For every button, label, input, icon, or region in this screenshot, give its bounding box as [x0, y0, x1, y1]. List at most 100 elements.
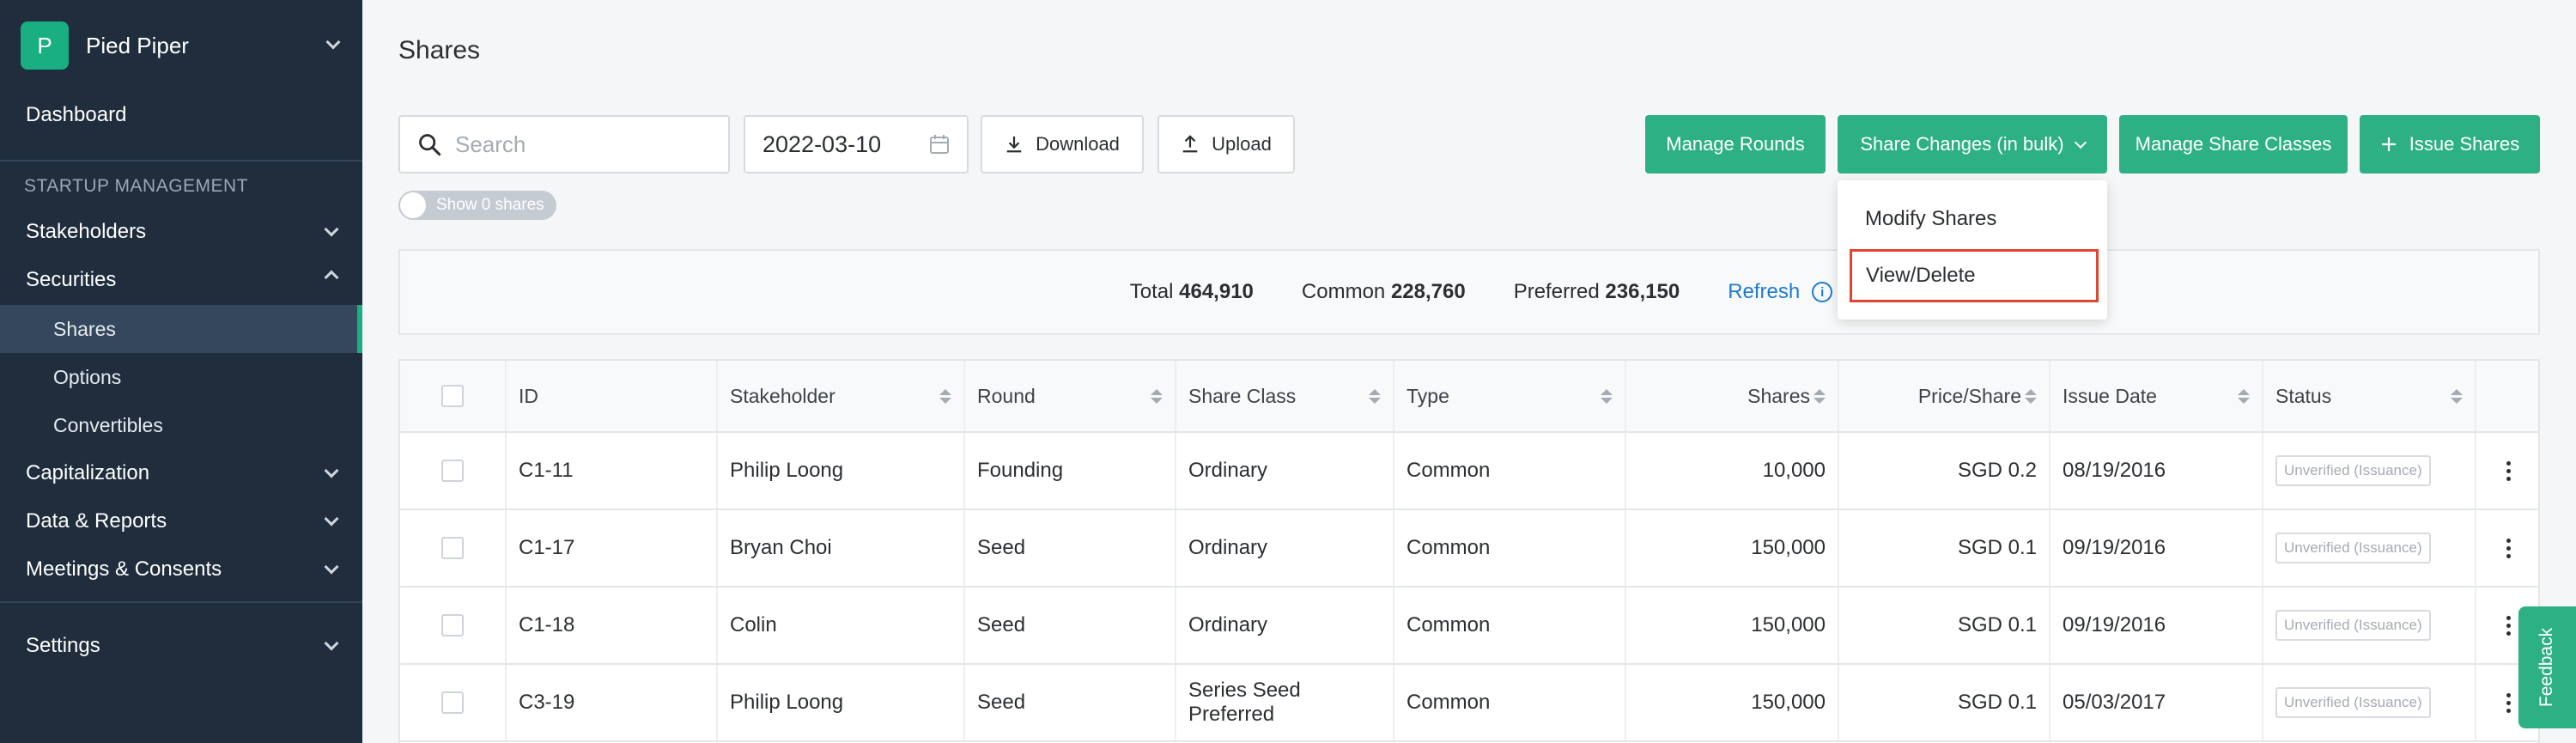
summary-total: Total 464,910	[1130, 280, 1254, 304]
row-checkbox[interactable]	[441, 460, 464, 482]
more-vertical-icon[interactable]	[2506, 538, 2511, 558]
select-all-checkbox[interactable]	[441, 385, 464, 407]
cell-id: C1-11	[507, 433, 718, 509]
sidebar-item-data-reports[interactable]: Data & Reports	[0, 497, 362, 545]
cell-stakeholder: Bryan Choi	[718, 510, 965, 586]
plus-icon	[2381, 137, 2396, 151]
table-row[interactable]: C1-18 Colin Seed Ordinary Common 150,000…	[400, 588, 2538, 665]
upload-label: Upload	[1212, 133, 1272, 155]
cell-actions	[2476, 433, 2540, 509]
cell-price: SGD 0.1	[1839, 665, 2050, 740]
sidebar-subitem-convertibles[interactable]: Convertibles	[0, 401, 362, 449]
more-vertical-icon[interactable]	[2506, 460, 2511, 481]
refresh-link[interactable]: Refresh i	[1728, 280, 1833, 304]
chevron-down-icon	[324, 511, 339, 527]
cell-share-class: Series Seed Preferred	[1176, 665, 1394, 740]
table-row[interactable]: C3-19 Philip Loong Seed Series Seed Pref…	[400, 665, 2538, 742]
sidebar-item-dashboard[interactable]: Dashboard	[26, 103, 126, 127]
sidebar-item-label: Capitalization	[26, 461, 150, 484]
feedback-tab[interactable]: Feedback	[2518, 606, 2576, 728]
search-input[interactable]	[455, 131, 713, 158]
cell-status: Unverified (Issuance)	[2263, 665, 2476, 740]
company-switcher[interactable]: P Pied Piper	[21, 21, 347, 70]
cell-price: SGD 0.2	[1839, 433, 2050, 509]
header-price-share[interactable]: Price/Share	[1839, 361, 2050, 431]
manage-share-classes-button[interactable]: Manage Share Classes	[2119, 115, 2348, 174]
page-title: Shares	[398, 36, 481, 64]
shares-summary: Total 464,910 Common 228,760 Preferred 2…	[398, 249, 2540, 335]
chevron-down-icon	[2074, 136, 2087, 149]
cell-shares: 150,000	[1626, 510, 1839, 586]
sidebar-subitem-label: Shares	[53, 317, 116, 340]
cell-round: Founding	[965, 433, 1176, 509]
manage-rounds-button[interactable]: Manage Rounds	[1645, 115, 1826, 174]
info-icon[interactable]: i	[1812, 282, 1833, 302]
cell-price: SGD 0.1	[1839, 510, 2050, 586]
download-label: Download	[1036, 133, 1120, 155]
sidebar-item-meetings-consents[interactable]: Meetings & Consents	[0, 545, 362, 594]
menu-item-view-delete[interactable]: View/Delete	[1850, 249, 2099, 302]
cell-share-class: Ordinary	[1176, 588, 1394, 663]
row-checkbox[interactable]	[441, 691, 464, 714]
header-type-label: Type	[1406, 384, 1449, 407]
more-vertical-icon[interactable]	[2506, 692, 2511, 713]
table-row[interactable]: C1-17 Bryan Choi Seed Ordinary Common 15…	[400, 510, 2538, 588]
cell-type: Common	[1394, 510, 1626, 586]
chevron-down-icon	[324, 463, 339, 478]
row-checkbox[interactable]	[441, 614, 464, 636]
sidebar-item-capitalization[interactable]: Capitalization	[0, 449, 362, 497]
header-shares[interactable]: Shares	[1626, 361, 1839, 431]
header-share-class-label: Share Class	[1188, 384, 1297, 407]
download-button[interactable]: Download	[981, 115, 1144, 174]
company-logo: P	[21, 21, 69, 70]
show-zero-shares-toggle[interactable]: Show 0 shares	[398, 191, 556, 220]
issue-shares-button[interactable]: Issue Shares	[2360, 115, 2540, 174]
menu-item-modify-shares[interactable]: Modify Shares	[1838, 192, 2107, 246]
table-row[interactable]: C1-11 Philip Loong Founding Ordinary Com…	[400, 433, 2538, 510]
summary-total-label: Total	[1129, 280, 1174, 303]
header-issue-date[interactable]: Issue Date	[2050, 361, 2263, 431]
summary-preferred-label: Preferred	[1513, 280, 1600, 303]
chevron-down-icon	[324, 636, 339, 651]
cell-status: Unverified (Issuance)	[2263, 588, 2476, 663]
cell-issue-date: 08/19/2016	[2050, 433, 2263, 509]
upload-button[interactable]: Upload	[1157, 115, 1295, 174]
header-shares-label: Shares	[1747, 384, 1810, 407]
cell-issue-date: 09/19/2016	[2050, 510, 2263, 586]
row-checkbox[interactable]	[441, 537, 464, 559]
header-stakeholder[interactable]: Stakeholder	[718, 361, 965, 431]
cell-type: Common	[1394, 588, 1626, 663]
header-type[interactable]: Type	[1394, 361, 1626, 431]
cell-id: C1-17	[507, 510, 718, 586]
cell-actions	[2476, 510, 2540, 586]
more-vertical-icon[interactable]	[2506, 615, 2511, 636]
sidebar-item-securities[interactable]: Securities	[0, 256, 362, 304]
sidebar-subitem-options[interactable]: Options	[0, 353, 362, 401]
cell-type: Common	[1394, 433, 1626, 509]
sidebar-item-settings[interactable]: Settings	[0, 622, 362, 670]
header-share-class[interactable]: Share Class	[1176, 361, 1394, 431]
sidebar-subitem-shares[interactable]: Shares	[0, 305, 362, 353]
sort-icon	[2238, 388, 2250, 404]
header-status[interactable]: Status	[2263, 361, 2476, 431]
search-icon	[419, 134, 441, 156]
sort-icon	[2025, 388, 2037, 404]
share-changes-bulk-button[interactable]: Share Changes (in bulk)	[1838, 115, 2107, 174]
header-stakeholder-label: Stakeholder	[730, 384, 835, 407]
shares-table: ID Stakeholder Round Share Class Type Sh…	[398, 359, 2540, 743]
cell-shares: 10,000	[1626, 433, 1839, 509]
cell-status: Unverified (Issuance)	[2263, 510, 2476, 586]
sidebar-item-stakeholders[interactable]: Stakeholders	[0, 208, 362, 256]
cell-share-class: Ordinary	[1176, 510, 1394, 586]
cell-share-class: Ordinary	[1176, 433, 1394, 509]
date-picker[interactable]: 2022-03-10	[744, 115, 969, 174]
refresh-label: Refresh	[1728, 280, 1801, 303]
cell-id: C1-18	[507, 588, 718, 663]
cell-round: Seed	[965, 588, 1176, 663]
chevron-down-icon	[324, 222, 339, 237]
share-changes-label: Share Changes (in bulk)	[1860, 133, 2064, 155]
status-badge: Unverified (Issuance)	[2275, 610, 2431, 641]
search-box[interactable]	[398, 115, 730, 174]
header-price-label: Price/Share	[1917, 384, 2021, 407]
header-round[interactable]: Round	[965, 361, 1176, 431]
